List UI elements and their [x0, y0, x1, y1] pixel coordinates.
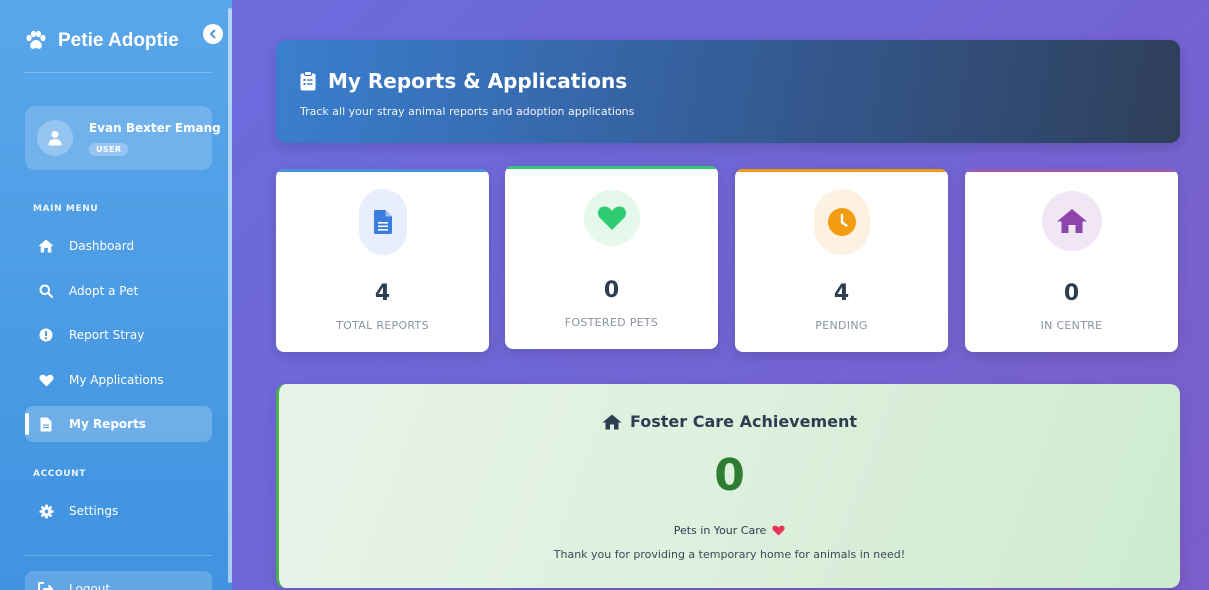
home-icon: [38, 238, 54, 254]
sidebar: Petie Adoptie Evan Bexter Emang USER MAI…: [0, 0, 232, 590]
stat-card-total-reports[interactable]: 4 TOTAL REPORTS: [276, 169, 489, 352]
user-name: Evan Bexter Emang: [89, 121, 221, 135]
sidebar-item-label: Adopt a Pet: [69, 284, 139, 298]
document-icon: [373, 210, 392, 234]
paw-icon: [24, 30, 48, 52]
document-icon: [38, 416, 54, 432]
page-title: My Reports & Applications: [328, 69, 628, 93]
sidebar-item-label: Dashboard: [69, 239, 135, 253]
stat-label: PENDING: [815, 319, 868, 332]
page-header: My Reports & Applications Track all your…: [276, 40, 1180, 143]
brand[interactable]: Petie Adoptie: [24, 30, 179, 52]
sidebar-item-report-stray[interactable]: Report Stray: [25, 317, 212, 353]
sidebar-divider: [24, 555, 212, 556]
clipboard-icon: [300, 71, 316, 91]
stat-icon-wrap: [1041, 191, 1102, 251]
stat-value: 4: [833, 281, 850, 306]
stat-value: 0: [1063, 281, 1080, 306]
alert-icon: [38, 327, 54, 343]
achievement-value: 0: [714, 450, 745, 501]
sidebar-item-dashboard[interactable]: Dashboard: [25, 228, 212, 264]
page-title-row: My Reports & Applications: [300, 69, 627, 93]
achievement-caption-row: Pets in Your Care: [279, 524, 1180, 537]
achievement-message: Thank you for providing a temporary home…: [553, 548, 906, 561]
heart-icon: [772, 525, 785, 536]
sidebar-item-label: Settings: [69, 504, 119, 518]
user-icon: [48, 131, 62, 146]
chevron-left-icon: [209, 29, 216, 39]
stat-accent-bar: [505, 166, 718, 169]
search-icon: [38, 283, 54, 299]
stat-accent-bar: [276, 169, 489, 172]
stat-accent-bar: [965, 169, 1178, 172]
stat-card-fostered-pets[interactable]: 0 FOSTERED PETS: [505, 166, 718, 349]
brand-title: Petie Adoptie: [58, 30, 179, 51]
stat-label: IN CENTRE: [1040, 319, 1103, 332]
heart-icon: [38, 372, 54, 388]
stat-value: 4: [374, 281, 391, 306]
stat-icon-wrap: [813, 189, 870, 255]
brand-divider: [24, 72, 212, 73]
sidebar-item-adopt-a-pet[interactable]: Adopt a Pet: [25, 273, 212, 309]
stat-icon-wrap: [583, 190, 640, 246]
stat-value: 0: [603, 278, 620, 303]
logout-icon: [38, 581, 54, 590]
foster-achievement-card: Foster Care Achievement 0 Pets in Your C…: [276, 384, 1180, 588]
sidebar-item-label: Report Stray: [69, 328, 145, 342]
stat-card-pending[interactable]: 4 PENDING: [735, 169, 948, 352]
avatar: [37, 120, 73, 156]
account-label: ACCOUNT: [33, 469, 87, 479]
user-role-badge: USER: [89, 143, 129, 156]
stat-label: FOSTERED PETS: [564, 316, 659, 329]
sidebar-item-settings[interactable]: Settings: [25, 493, 212, 529]
gear-icon: [38, 503, 54, 519]
main-menu-label: MAIN MENU: [33, 204, 99, 214]
sidebar-item-my-reports[interactable]: My Reports: [25, 406, 212, 442]
logout-button[interactable]: Logout: [25, 571, 212, 590]
heart-icon: [597, 206, 626, 230]
home-icon: [602, 414, 622, 429]
stat-label: TOTAL REPORTS: [336, 319, 429, 332]
logout-label: Logout: [69, 582, 111, 590]
sidebar-item-label: My Reports: [69, 417, 146, 431]
stat-icon-wrap: [358, 189, 407, 255]
clock-icon: [827, 208, 856, 236]
stat-card-in-centre[interactable]: 0 IN CENTRE: [965, 169, 1178, 352]
sidebar-item-label: My Applications: [69, 373, 164, 387]
page-subtitle: Track all your stray animal reports and …: [300, 105, 635, 118]
stat-accent-bar: [735, 169, 948, 172]
achievement-title-row: Foster Care Achievement: [279, 412, 1180, 431]
collapse-sidebar-button[interactable]: [203, 24, 223, 44]
achievement-title: Foster Care Achievement: [629, 412, 858, 431]
user-card[interactable]: Evan Bexter Emang USER: [25, 106, 221, 170]
sidebar-item-my-applications[interactable]: My Applications: [25, 362, 212, 398]
house-icon: [1056, 209, 1087, 233]
achievement-caption: Pets in Your Care: [673, 524, 767, 537]
